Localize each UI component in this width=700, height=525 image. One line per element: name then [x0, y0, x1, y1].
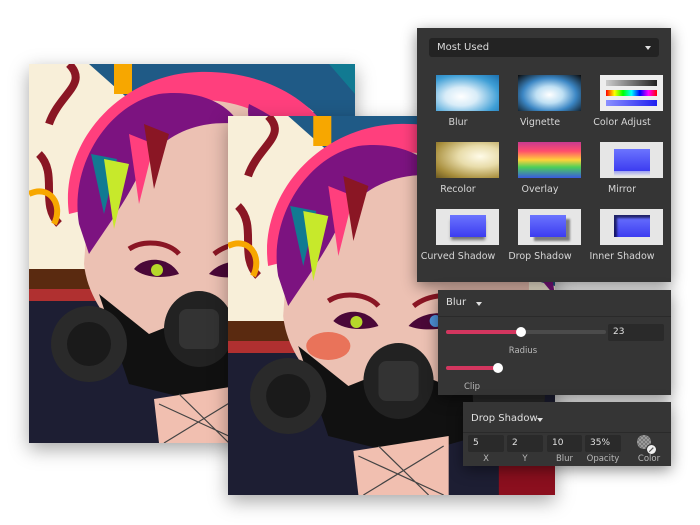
- effect-label: Drop Shadow: [508, 251, 572, 262]
- mirror-thumbnail: [600, 142, 663, 178]
- drop-shadow-thumbnail: [518, 209, 581, 245]
- divider: [438, 316, 671, 317]
- chevron-down-icon: [645, 46, 651, 50]
- effect-label: Curved Shadow: [420, 251, 496, 262]
- radius-slider-fill: [446, 330, 522, 334]
- shadow-y-label: Y: [522, 454, 528, 464]
- overlay-thumbnail: [518, 142, 581, 178]
- effect-label: Recolor: [440, 184, 476, 195]
- curved-shadow-thumbnail: [436, 209, 499, 245]
- shadow-x-label: X: [483, 454, 489, 464]
- effect-overlay[interactable]: Overlay: [499, 139, 581, 203]
- effect-label: Color Adjust: [593, 117, 651, 128]
- clip-label: Clip: [463, 382, 481, 392]
- effect-label: Inner Shadow: [589, 251, 655, 262]
- clip-slider-fill: [446, 366, 498, 370]
- inner-shadow-thumbnail: [600, 209, 663, 245]
- effect-blur[interactable]: Blur: [417, 72, 499, 136]
- shadow-blur-label: Blur: [555, 454, 574, 464]
- clip-slider[interactable]: [446, 363, 503, 373]
- effect-category-label: Most Used: [437, 42, 490, 53]
- effect-label: Mirror: [608, 184, 636, 195]
- clip-slider-handle[interactable]: [493, 363, 503, 373]
- effect-drop-shadow[interactable]: Drop Shadow: [499, 206, 581, 270]
- shadow-y-field[interactable]: 2: [507, 435, 543, 452]
- shadow-opacity-label: Opacity: [586, 454, 620, 464]
- effect-curved-shadow[interactable]: Curved Shadow: [417, 206, 499, 270]
- color-adjust-thumbnail: [600, 75, 663, 111]
- effect-recolor[interactable]: Recolor: [417, 139, 499, 203]
- radius-value-field[interactable]: 23: [608, 324, 664, 341]
- effect-category-dropdown[interactable]: Most Used: [429, 38, 659, 57]
- shadow-opacity-field[interactable]: 35%: [585, 435, 621, 452]
- radius-slider[interactable]: [446, 327, 606, 337]
- effect-color-adjust[interactable]: Color Adjust: [581, 72, 663, 136]
- effects-panel: Most Used Blur Vignette Color Adjust Rec…: [417, 28, 671, 282]
- shadow-x-field[interactable]: 5: [468, 435, 504, 452]
- radius-label: Radius: [508, 346, 538, 356]
- chevron-down-icon[interactable]: [537, 418, 543, 422]
- effect-label: Overlay: [521, 184, 559, 195]
- effect-label: Blur: [448, 117, 468, 128]
- radius-slider-handle[interactable]: [516, 327, 527, 337]
- effect-vignette[interactable]: Vignette: [499, 72, 581, 136]
- shadow-color-label: Color: [637, 454, 661, 464]
- blur-panel-title[interactable]: Blur: [446, 297, 466, 308]
- effect-mirror[interactable]: Mirror: [581, 139, 663, 203]
- blur-settings-panel: Blur 23 Radius Clip: [438, 290, 671, 395]
- vignette-thumbnail: [518, 75, 581, 111]
- chevron-down-icon[interactable]: [476, 302, 482, 306]
- effect-label: Vignette: [519, 117, 561, 128]
- blur-thumbnail: [436, 75, 499, 111]
- shadow-blur-field[interactable]: 10: [547, 435, 582, 452]
- recolor-thumbnail: [436, 142, 499, 178]
- drop-shadow-settings-panel: Drop Shadow 5 X 2 Y 10 Blur 35% Opacity …: [463, 402, 671, 466]
- drop-shadow-panel-title[interactable]: Drop Shadow: [471, 413, 538, 424]
- effect-inner-shadow[interactable]: Inner Shadow: [581, 206, 663, 270]
- divider: [463, 432, 671, 433]
